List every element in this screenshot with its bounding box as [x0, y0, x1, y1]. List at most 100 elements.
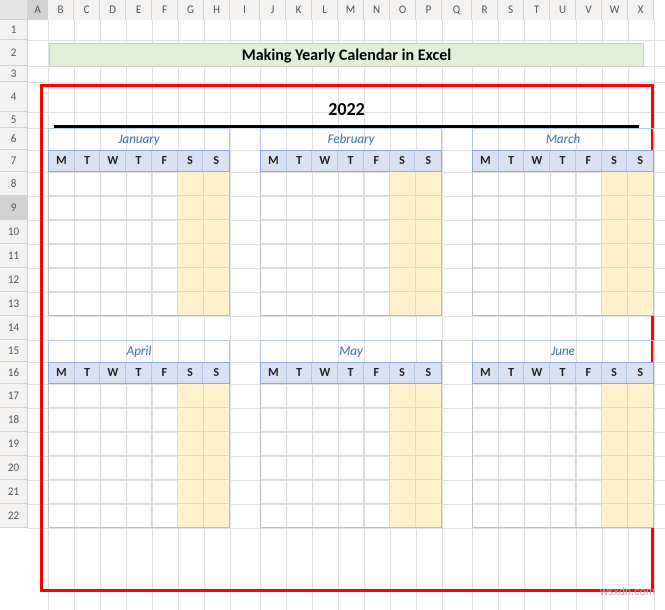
row-header-7[interactable]: 7 [0, 150, 28, 172]
day-cell[interactable] [127, 504, 153, 527]
day-cell[interactable] [287, 292, 313, 315]
day-cell[interactable] [602, 172, 628, 195]
day-cell[interactable] [152, 456, 178, 479]
day-cell[interactable] [339, 456, 365, 479]
day-cell[interactable] [416, 408, 441, 431]
day-cell[interactable] [364, 268, 390, 291]
day-cell[interactable] [101, 172, 127, 195]
day-cell[interactable] [628, 292, 653, 315]
day-cell[interactable] [101, 408, 127, 431]
day-cell[interactable] [364, 432, 390, 455]
day-cell[interactable] [390, 432, 416, 455]
day-cell[interactable] [287, 268, 313, 291]
day-cell[interactable] [576, 432, 602, 455]
col-header-E[interactable]: E [126, 0, 152, 20]
day-cell[interactable] [101, 244, 127, 267]
day-cell[interactable] [576, 504, 602, 527]
day-cell[interactable] [75, 432, 101, 455]
day-cell[interactable] [576, 268, 602, 291]
row-header-16[interactable]: 16 [0, 362, 28, 384]
day-cell[interactable] [204, 408, 229, 431]
row-header-12[interactable]: 12 [0, 268, 28, 292]
day-cell[interactable] [499, 172, 525, 195]
day-cell[interactable] [551, 480, 577, 503]
col-header-L[interactable]: L [312, 0, 338, 20]
day-cell[interactable] [101, 384, 127, 407]
day-cell[interactable] [178, 268, 204, 291]
day-cell[interactable] [364, 480, 390, 503]
col-header-B[interactable]: B [48, 0, 74, 20]
day-cell[interactable] [628, 268, 653, 291]
day-cell[interactable] [101, 480, 127, 503]
day-cell[interactable] [390, 480, 416, 503]
day-cell[interactable] [204, 268, 229, 291]
day-cell[interactable] [525, 268, 551, 291]
day-cell[interactable] [628, 480, 653, 503]
day-cell[interactable] [178, 292, 204, 315]
row-header-10[interactable]: 10 [0, 220, 28, 244]
day-cell[interactable] [499, 408, 525, 431]
col-header-J[interactable]: J [260, 0, 286, 20]
day-cell[interactable] [339, 220, 365, 243]
row-header-15[interactable]: 15 [0, 340, 28, 362]
col-header-C[interactable]: C [74, 0, 100, 20]
day-cell[interactable] [75, 292, 101, 315]
day-cell[interactable] [628, 504, 653, 527]
day-cell[interactable] [127, 172, 153, 195]
day-cell[interactable] [261, 432, 287, 455]
day-cell[interactable] [204, 292, 229, 315]
day-cell[interactable] [364, 408, 390, 431]
day-cell[interactable] [551, 172, 577, 195]
day-cell[interactable] [127, 196, 153, 219]
day-cell[interactable] [101, 196, 127, 219]
day-cell[interactable] [75, 268, 101, 291]
day-cell[interactable] [127, 456, 153, 479]
day-cell[interactable] [551, 268, 577, 291]
day-cell[interactable] [204, 456, 229, 479]
day-cell[interactable] [602, 196, 628, 219]
day-cell[interactable] [152, 268, 178, 291]
day-cell[interactable] [127, 480, 153, 503]
day-cell[interactable] [152, 196, 178, 219]
day-cell[interactable] [390, 244, 416, 267]
day-cell[interactable] [261, 456, 287, 479]
day-cell[interactable] [525, 172, 551, 195]
day-cell[interactable] [49, 172, 75, 195]
day-cell[interactable] [602, 456, 628, 479]
col-header-G[interactable]: G [178, 0, 204, 20]
day-cell[interactable] [261, 196, 287, 219]
day-cell[interactable] [101, 504, 127, 527]
col-header-P[interactable]: P [416, 0, 442, 20]
day-cell[interactable] [628, 220, 653, 243]
col-header-D[interactable]: D [100, 0, 126, 20]
day-cell[interactable] [339, 480, 365, 503]
day-cell[interactable] [602, 504, 628, 527]
day-cell[interactable] [127, 408, 153, 431]
day-cell[interactable] [261, 172, 287, 195]
day-cell[interactable] [473, 504, 499, 527]
day-cell[interactable] [152, 432, 178, 455]
day-cell[interactable] [287, 384, 313, 407]
day-cell[interactable] [287, 456, 313, 479]
day-cell[interactable] [339, 292, 365, 315]
col-header-U[interactable]: U [550, 0, 576, 20]
day-cell[interactable] [313, 292, 339, 315]
row-header-21[interactable]: 21 [0, 480, 28, 504]
day-cell[interactable] [178, 172, 204, 195]
day-cell[interactable] [499, 480, 525, 503]
day-cell[interactable] [178, 384, 204, 407]
row-header-11[interactable]: 11 [0, 244, 28, 268]
day-cell[interactable] [101, 268, 127, 291]
row-header-3[interactable]: 3 [0, 66, 28, 82]
day-cell[interactable] [178, 456, 204, 479]
day-cell[interactable] [602, 432, 628, 455]
day-cell[interactable] [551, 384, 577, 407]
day-cell[interactable] [416, 480, 441, 503]
day-cell[interactable] [152, 504, 178, 527]
day-cell[interactable] [628, 432, 653, 455]
day-cell[interactable] [127, 268, 153, 291]
day-cell[interactable] [390, 408, 416, 431]
day-cell[interactable] [313, 196, 339, 219]
day-cell[interactable] [551, 220, 577, 243]
day-cell[interactable] [313, 172, 339, 195]
